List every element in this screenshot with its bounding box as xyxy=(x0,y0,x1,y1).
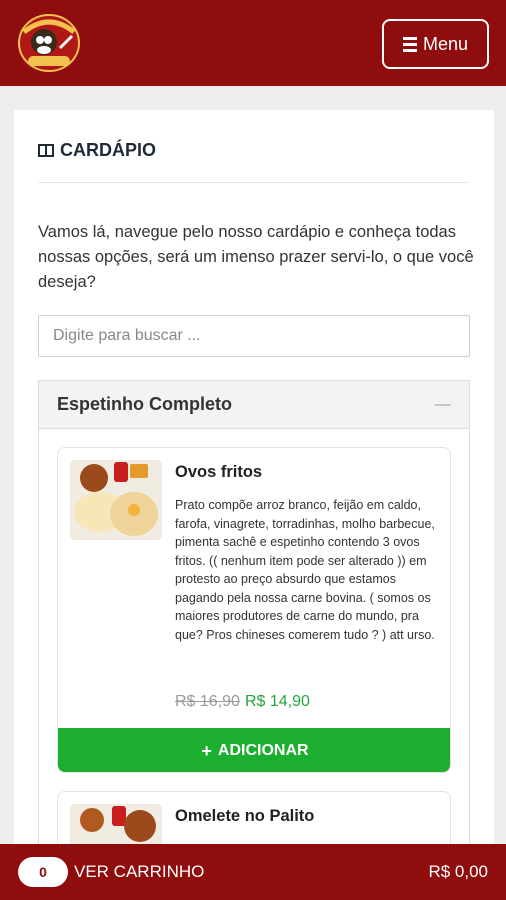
view-cart-label[interactable]: VER CARRINHO xyxy=(74,862,204,882)
collapse-icon[interactable] xyxy=(435,403,451,406)
section-title-text: CARDÁPIO xyxy=(60,140,157,160)
book-open-icon xyxy=(38,144,54,157)
current-price: R$ 14,90 xyxy=(244,693,310,710)
add-button-label: ADICIONAR xyxy=(217,742,309,759)
add-to-cart-button[interactable]: + ADICIONAR xyxy=(58,728,450,772)
section-title: CARDÁPIO xyxy=(38,140,156,161)
category-header[interactable]: Espetinho Completo xyxy=(39,381,469,429)
category-title: Espetinho Completo xyxy=(57,394,232,414)
hamburger-icon xyxy=(402,36,417,52)
menu-card: CARDÁPIO Vamos lá, navegue pelo nosso ca… xyxy=(14,110,494,900)
product-name: Ovos fritos xyxy=(175,463,263,481)
product-card: Ovos fritos Prato compõe arroz branco, f… xyxy=(57,447,451,773)
category-panel: Espetinho Completo Ovos fritos Prato com… xyxy=(38,380,470,900)
cart-total: R$ 0,00 xyxy=(428,862,488,881)
product-image[interactable] xyxy=(70,460,162,540)
menu-button[interactable]: Menu xyxy=(382,19,489,69)
search-input[interactable] xyxy=(38,315,470,357)
product-name: Omelete no Palito xyxy=(175,807,315,825)
menu-button-label: Menu xyxy=(422,33,469,54)
cart-bar[interactable]: 0 VER CARRINHO R$ 0,00 xyxy=(0,844,506,900)
plus-icon: + xyxy=(201,740,212,761)
old-price: R$ 16,90 xyxy=(175,693,240,710)
intro-text: Vamos lá, navegue pelo nosso cardápio e … xyxy=(38,223,474,291)
product-description: Prato compõe arroz branco, feijão em cal… xyxy=(175,498,435,642)
restaurant-logo[interactable] xyxy=(14,10,84,76)
divider xyxy=(38,182,470,183)
top-bar: Menu xyxy=(0,0,506,86)
cart-count-badge: 0 xyxy=(18,857,68,887)
price-row: R$ 16,90 R$ 14,90 xyxy=(175,693,310,711)
